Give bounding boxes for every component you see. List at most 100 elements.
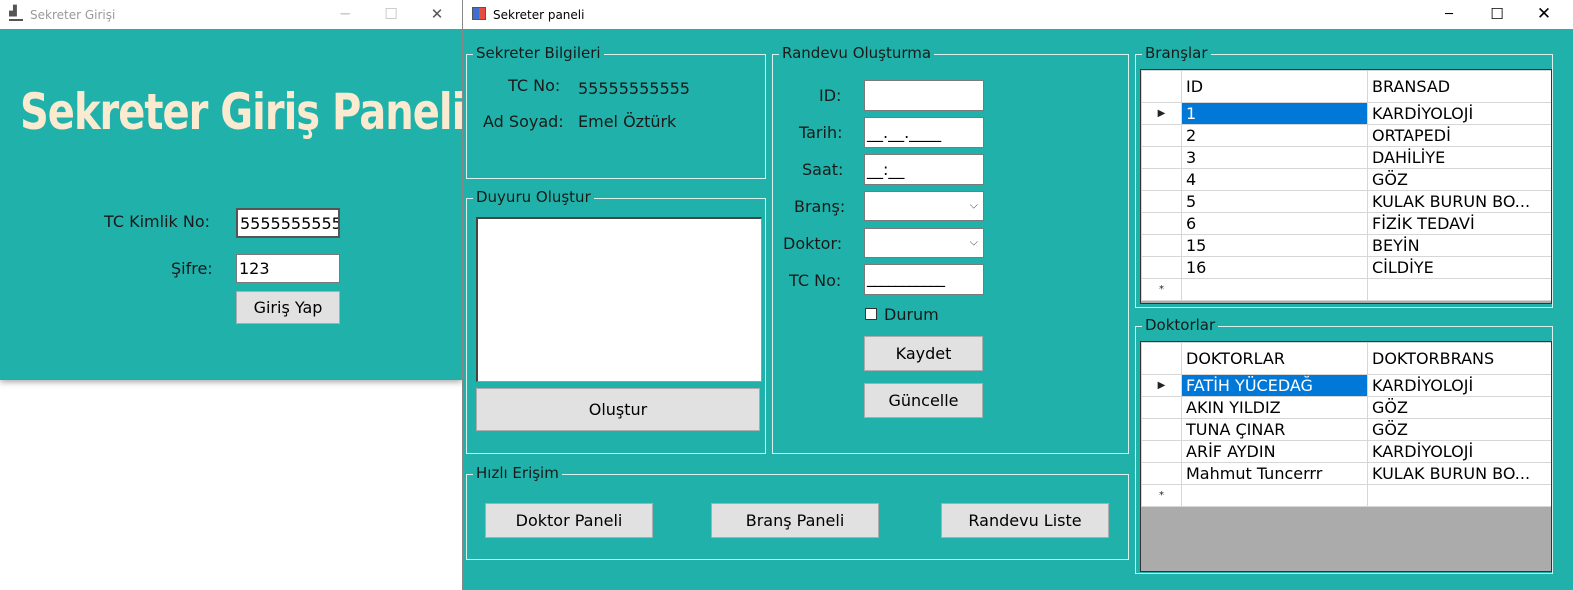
create-announcement-button[interactable]: Oluştur [476, 388, 760, 431]
table-cell[interactable]: FİZİK TEDAVİ [1367, 212, 1551, 235]
table-row[interactable]: 15 BEYİN [1141, 234, 1551, 257]
row-header [1141, 440, 1182, 463]
table-cell[interactable]: KARDİYOLOJİ [1367, 374, 1551, 397]
login-titlebar: ▟ Sekreter Girişi ─ ☐ ✕ [0, 0, 462, 29]
chevron-down-icon: ⌵ [969, 235, 978, 249]
date-input[interactable]: __.__.____ [864, 117, 984, 148]
column-header-bransad[interactable]: BRANSAD [1367, 70, 1551, 103]
login-window-title: Sekreter Girişi [30, 8, 116, 22]
table-cell[interactable]: 5 [1181, 190, 1368, 213]
table-row[interactable]: 6 FİZİK TEDAVİ [1141, 212, 1551, 235]
table-cell[interactable] [1181, 484, 1368, 507]
new-row-icon: * [1141, 278, 1182, 301]
table-row[interactable]: 2 ORTAPEDİ [1141, 124, 1551, 147]
table-row[interactable]: AKIN YILDIZ GÖZ [1141, 396, 1551, 419]
table-cell[interactable]: 15 [1181, 234, 1368, 257]
table-cell[interactable]: 2 [1181, 124, 1368, 147]
doctor-panel-button[interactable]: Doktor Paneli [485, 503, 653, 538]
tc-kimlik-input[interactable]: 55555555555 [236, 208, 340, 238]
table-row[interactable]: ▶ FATİH YÜCEDAĞ KARDİYOLOJİ [1141, 374, 1551, 397]
row-header-corner [1141, 70, 1182, 103]
appointment-list-button[interactable]: Randevu Liste [941, 503, 1109, 538]
table-cell[interactable]: KARDİYOLOJİ [1367, 440, 1551, 463]
save-button[interactable]: Kaydet [864, 336, 983, 371]
column-header-id[interactable]: ID [1181, 70, 1368, 103]
table-cell[interactable]: FATİH YÜCEDAĞ [1181, 374, 1368, 397]
announcement-textarea[interactable] [476, 217, 762, 382]
login-button[interactable]: Giriş Yap [236, 291, 340, 324]
table-row[interactable]: 16 CİLDİYE [1141, 256, 1551, 279]
doctor-select[interactable]: ⌵ [864, 228, 984, 258]
new-row-icon: * [1141, 484, 1182, 507]
appointment-tc-input[interactable]: ___________ [864, 264, 984, 295]
row-header [1141, 190, 1182, 213]
update-button[interactable]: Güncelle [864, 383, 983, 418]
minimize-icon[interactable]: ─ [1426, 0, 1472, 29]
table-row[interactable]: Mahmut Tuncerrr KULAK BURUN BO... [1141, 462, 1551, 485]
status-label: Durum [884, 305, 939, 324]
group-title: Hızlı Erişim [473, 464, 562, 482]
group-title: Branşlar [1142, 44, 1211, 62]
name-value: Emel Öztürk [578, 112, 677, 131]
table-cell[interactable]: 1 [1181, 102, 1368, 125]
table-cell[interactable]: KULAK BURUN BO... [1367, 190, 1551, 213]
branches-grid[interactable]: ID BRANSAD ▶ 1 KARDİYOLOJİ 2 ORTAPEDİ 3 … [1140, 69, 1552, 304]
minimize-icon[interactable]: ─ [322, 0, 368, 29]
table-row[interactable]: 5 KULAK BURUN BO... [1141, 190, 1551, 213]
table-cell[interactable]: 6 [1181, 212, 1368, 235]
table-cell[interactable]: GÖZ [1367, 168, 1551, 191]
table-cell[interactable]: GÖZ [1367, 418, 1551, 441]
secretary-panel-window: Sekreter paneli ─ ☐ ✕ Sekreter Bilgileri… [462, 0, 1573, 590]
table-cell[interactable]: BEYİN [1367, 234, 1551, 257]
table-cell[interactable]: ORTAPEDİ [1367, 124, 1551, 147]
new-row[interactable]: * [1141, 484, 1551, 507]
table-cell[interactable]: TUNA ÇINAR [1181, 418, 1368, 441]
column-header-doktorlar[interactable]: DOKTORLAR [1181, 342, 1368, 375]
password-input[interactable]: 123 [236, 254, 340, 283]
status-checkbox[interactable] [865, 308, 877, 320]
table-cell[interactable]: GÖZ [1367, 396, 1551, 419]
table-cell[interactable]: AKIN YILDIZ [1181, 396, 1368, 419]
row-header [1141, 168, 1182, 191]
branches-table: ID BRANSAD ▶ 1 KARDİYOLOJİ 2 ORTAPEDİ 3 … [1141, 70, 1551, 301]
header-row: ID BRANSAD [1141, 70, 1551, 103]
id-input[interactable] [864, 80, 984, 111]
branch-panel-button[interactable]: Branş Paneli [711, 503, 879, 538]
maximize-icon[interactable]: ☐ [1474, 0, 1520, 29]
doctor-label: Doktor: [783, 234, 843, 253]
appointment-tc-label: TC No: [789, 271, 842, 290]
time-input[interactable]: __:__ [864, 154, 984, 185]
tc-value: 55555555555 [578, 79, 690, 98]
table-cell[interactable]: KULAK BURUN BO... [1367, 462, 1551, 485]
table-cell[interactable]: Mahmut Tuncerrr [1181, 462, 1368, 485]
close-icon[interactable]: ✕ [414, 0, 460, 29]
app-icon [472, 7, 486, 20]
table-cell[interactable] [1367, 278, 1551, 301]
group-title: Randevu Oluşturma [779, 44, 935, 62]
table-row[interactable]: ARİF AYDIN KARDİYOLOJİ [1141, 440, 1551, 463]
row-header [1141, 146, 1182, 169]
table-row[interactable]: ▶ 1 KARDİYOLOJİ [1141, 102, 1551, 125]
new-row[interactable]: * [1141, 278, 1551, 301]
maximize-icon[interactable]: ☐ [368, 0, 414, 29]
table-row[interactable]: 4 GÖZ [1141, 168, 1551, 191]
table-cell[interactable]: 16 [1181, 256, 1368, 279]
doctors-grid[interactable]: DOKTORLAR DOKTORBRANS ▶ FATİH YÜCEDAĞ KA… [1140, 341, 1552, 572]
branch-select[interactable]: ⌵ [864, 191, 984, 221]
table-cell[interactable]: 3 [1181, 146, 1368, 169]
column-header-doktorbrans[interactable]: DOKTORBRANS [1367, 342, 1551, 375]
table-cell[interactable]: ARİF AYDIN [1181, 440, 1368, 463]
table-cell[interactable]: CİLDİYE [1367, 256, 1551, 279]
table-row[interactable]: 3 DAHİLİYE [1141, 146, 1551, 169]
table-row[interactable]: TUNA ÇINAR GÖZ [1141, 418, 1551, 441]
current-row-icon: ▶ [1141, 374, 1182, 397]
table-cell[interactable] [1367, 484, 1551, 507]
table-cell[interactable]: 4 [1181, 168, 1368, 191]
table-cell[interactable] [1181, 278, 1368, 301]
date-label: Tarih: [799, 123, 843, 142]
tc-label: TC No: [508, 76, 561, 95]
main-titlebar: Sekreter paneli ─ ☐ ✕ [463, 0, 1573, 29]
table-cell[interactable]: DAHİLİYE [1367, 146, 1551, 169]
table-cell[interactable]: KARDİYOLOJİ [1367, 102, 1551, 125]
close-icon[interactable]: ✕ [1521, 0, 1567, 29]
